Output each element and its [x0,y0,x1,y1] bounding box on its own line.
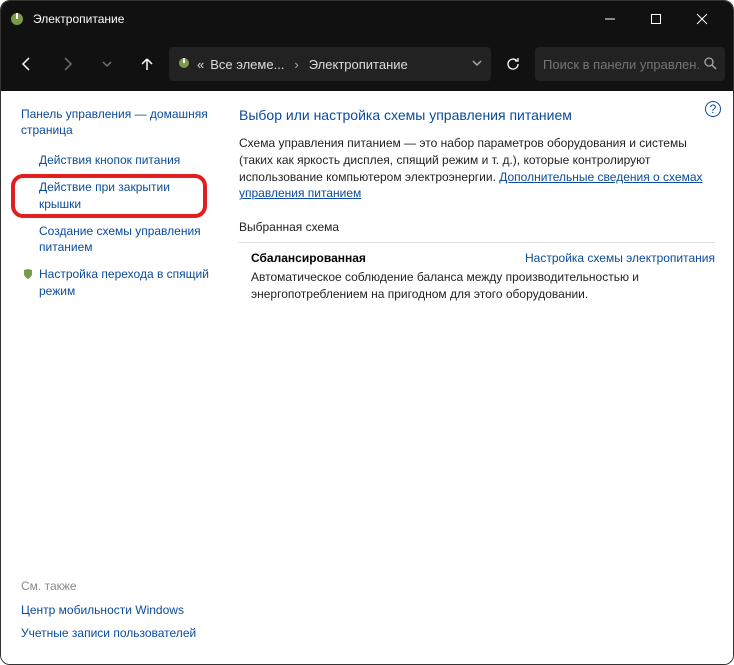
back-button[interactable] [9,46,45,82]
scheme-config-link[interactable]: Настройка схемы электропитания [525,251,715,265]
content: Панель управления — домашняя страница Де… [1,91,733,665]
window: Электропитание « Все элеме... [0,0,734,665]
page-title: Выбор или настройка схемы управления пит… [239,107,715,123]
sidebar-item-power-buttons[interactable]: Действия кнопок питания [21,152,209,179]
address-bar[interactable]: « Все элеме... Электропитание [169,47,491,81]
search-bar[interactable] [535,47,725,81]
sidebar-item-label: Действия кнопок питания [39,152,180,169]
sidebar-item-lid-close[interactable]: Действие при закрытии крышки [21,179,209,223]
breadcrumb-current[interactable]: Электропитание [309,57,408,72]
maximize-button[interactable] [633,1,679,37]
chevron-down-icon[interactable] [471,57,483,72]
navbar: « Все элеме... Электропитание [1,37,733,91]
up-button[interactable] [129,46,165,82]
sidebar-item-sleep-settings[interactable]: Настройка перехода в спящий режим [21,266,209,310]
main-panel: ? Выбор или настройка схемы управления п… [221,91,733,665]
sidebar-home-link[interactable]: Панель управления — домашняя страница [21,107,209,138]
breadcrumb-root[interactable]: Все элеме... [210,57,284,72]
sidebar: Панель управления — домашняя страница Де… [1,91,221,665]
breadcrumb-sep-icon [290,57,302,72]
help-icon[interactable]: ? [705,101,721,117]
see-also-label: См. также [21,579,209,593]
refresh-button[interactable] [495,47,531,81]
sidebar-item-label: Настройка перехода в спящий режим [39,266,209,300]
scheme-name: Сбалансированная [251,251,366,265]
sidebar-item-label: Создание схемы управления питанием [39,223,209,257]
selected-scheme-label: Выбранная схема [239,220,715,234]
breadcrumb-icon [177,56,191,73]
close-button[interactable] [679,1,725,37]
see-also-mobility-center[interactable]: Центр мобильности Windows [21,603,209,619]
sidebar-spacer [21,310,209,579]
divider [239,242,715,243]
search-icon[interactable] [703,56,717,73]
titlebar: Электропитание [1,1,733,37]
breadcrumb-prefix: « [197,57,204,72]
scheme-bar: Сбалансированная Настройка схемы электро… [239,251,715,265]
search-input[interactable] [543,57,699,72]
minimize-button[interactable] [587,1,633,37]
scheme-description: Автоматическое соблюдение баланса между … [239,269,715,303]
description-text: Схема управления питанием — это набор па… [239,135,715,202]
forward-button[interactable] [49,46,85,82]
window-title: Электропитание [33,12,587,26]
app-icon [9,11,25,27]
recent-dropdown[interactable] [89,46,125,82]
see-also-user-accounts[interactable]: Учетные записи пользователей [21,626,209,642]
shield-icon [21,268,35,280]
sidebar-item-label: Действие при закрытии крышки [39,179,209,213]
sidebar-item-create-scheme[interactable]: Создание схемы управления питанием [21,223,209,267]
